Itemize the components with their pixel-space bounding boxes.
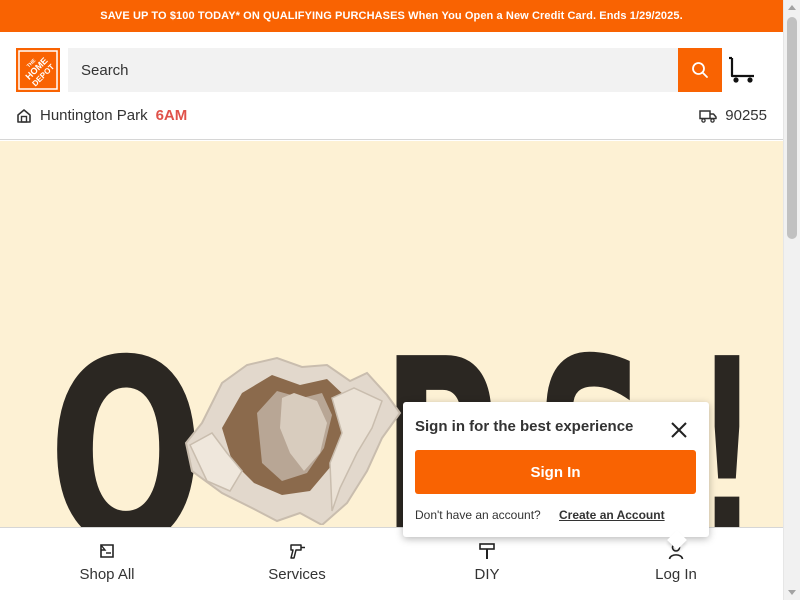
scroll-up-arrow[interactable] (788, 5, 796, 10)
cart-icon (729, 56, 754, 83)
nav-shop-all-label: Shop All (79, 566, 135, 583)
delivery-zip[interactable]: 90255 (699, 107, 767, 124)
no-account-text: Don't have an account? (415, 508, 541, 522)
scrollbar-thumb[interactable] (787, 17, 797, 239)
shop-all-icon (100, 544, 114, 558)
promo-text: SAVE UP TO $100 TODAY* ON QUALIFYING PUR… (100, 10, 683, 22)
store-icon (17, 108, 31, 123)
search-input[interactable]: Search (68, 48, 678, 92)
drywall-hole-image (184, 356, 402, 525)
create-account-link[interactable]: Create an Account (559, 508, 665, 522)
nav-services-label: Services (268, 566, 326, 583)
popup-close-button[interactable] (669, 420, 689, 440)
hero-letter-o: O (48, 306, 205, 527)
bottom-nav: Shop All Services DIY Log In (0, 527, 783, 600)
drill-icon (290, 544, 305, 559)
store-selector[interactable]: Huntington Park 6AM (16, 107, 187, 124)
scroll-down-arrow[interactable] (788, 590, 796, 595)
nav-services[interactable]: Services (199, 528, 395, 600)
search-icon (692, 62, 708, 78)
cart-button[interactable] (728, 54, 758, 86)
home-depot-logo[interactable]: THE HOME DEPOT (16, 48, 60, 92)
hammer-icon (479, 543, 495, 559)
store-bar: Huntington Park 6AM 90255 (0, 94, 783, 140)
popup-title: Sign in for the best experience (415, 418, 634, 435)
truck-icon (699, 109, 718, 123)
sign-in-popup: Sign in for the best experience Sign In … (403, 402, 709, 550)
nav-diy[interactable]: DIY (389, 528, 585, 600)
nav-log-in-label: Log In (655, 566, 697, 583)
nav-diy-label: DIY (474, 566, 500, 583)
store-name: Huntington Park (40, 107, 148, 124)
nav-shop-all[interactable]: Shop All (9, 528, 205, 600)
page-scrollbar[interactable] (783, 0, 800, 600)
search-placeholder: Search (81, 61, 129, 79)
store-hours: 6AM (155, 107, 188, 124)
sign-in-button[interactable]: Sign In (415, 450, 696, 494)
close-icon (671, 422, 687, 438)
promo-banner[interactable]: SAVE UP TO $100 TODAY* ON QUALIFYING PUR… (0, 0, 783, 32)
search-button[interactable] (678, 48, 722, 92)
zip-code: 90255 (725, 107, 767, 124)
